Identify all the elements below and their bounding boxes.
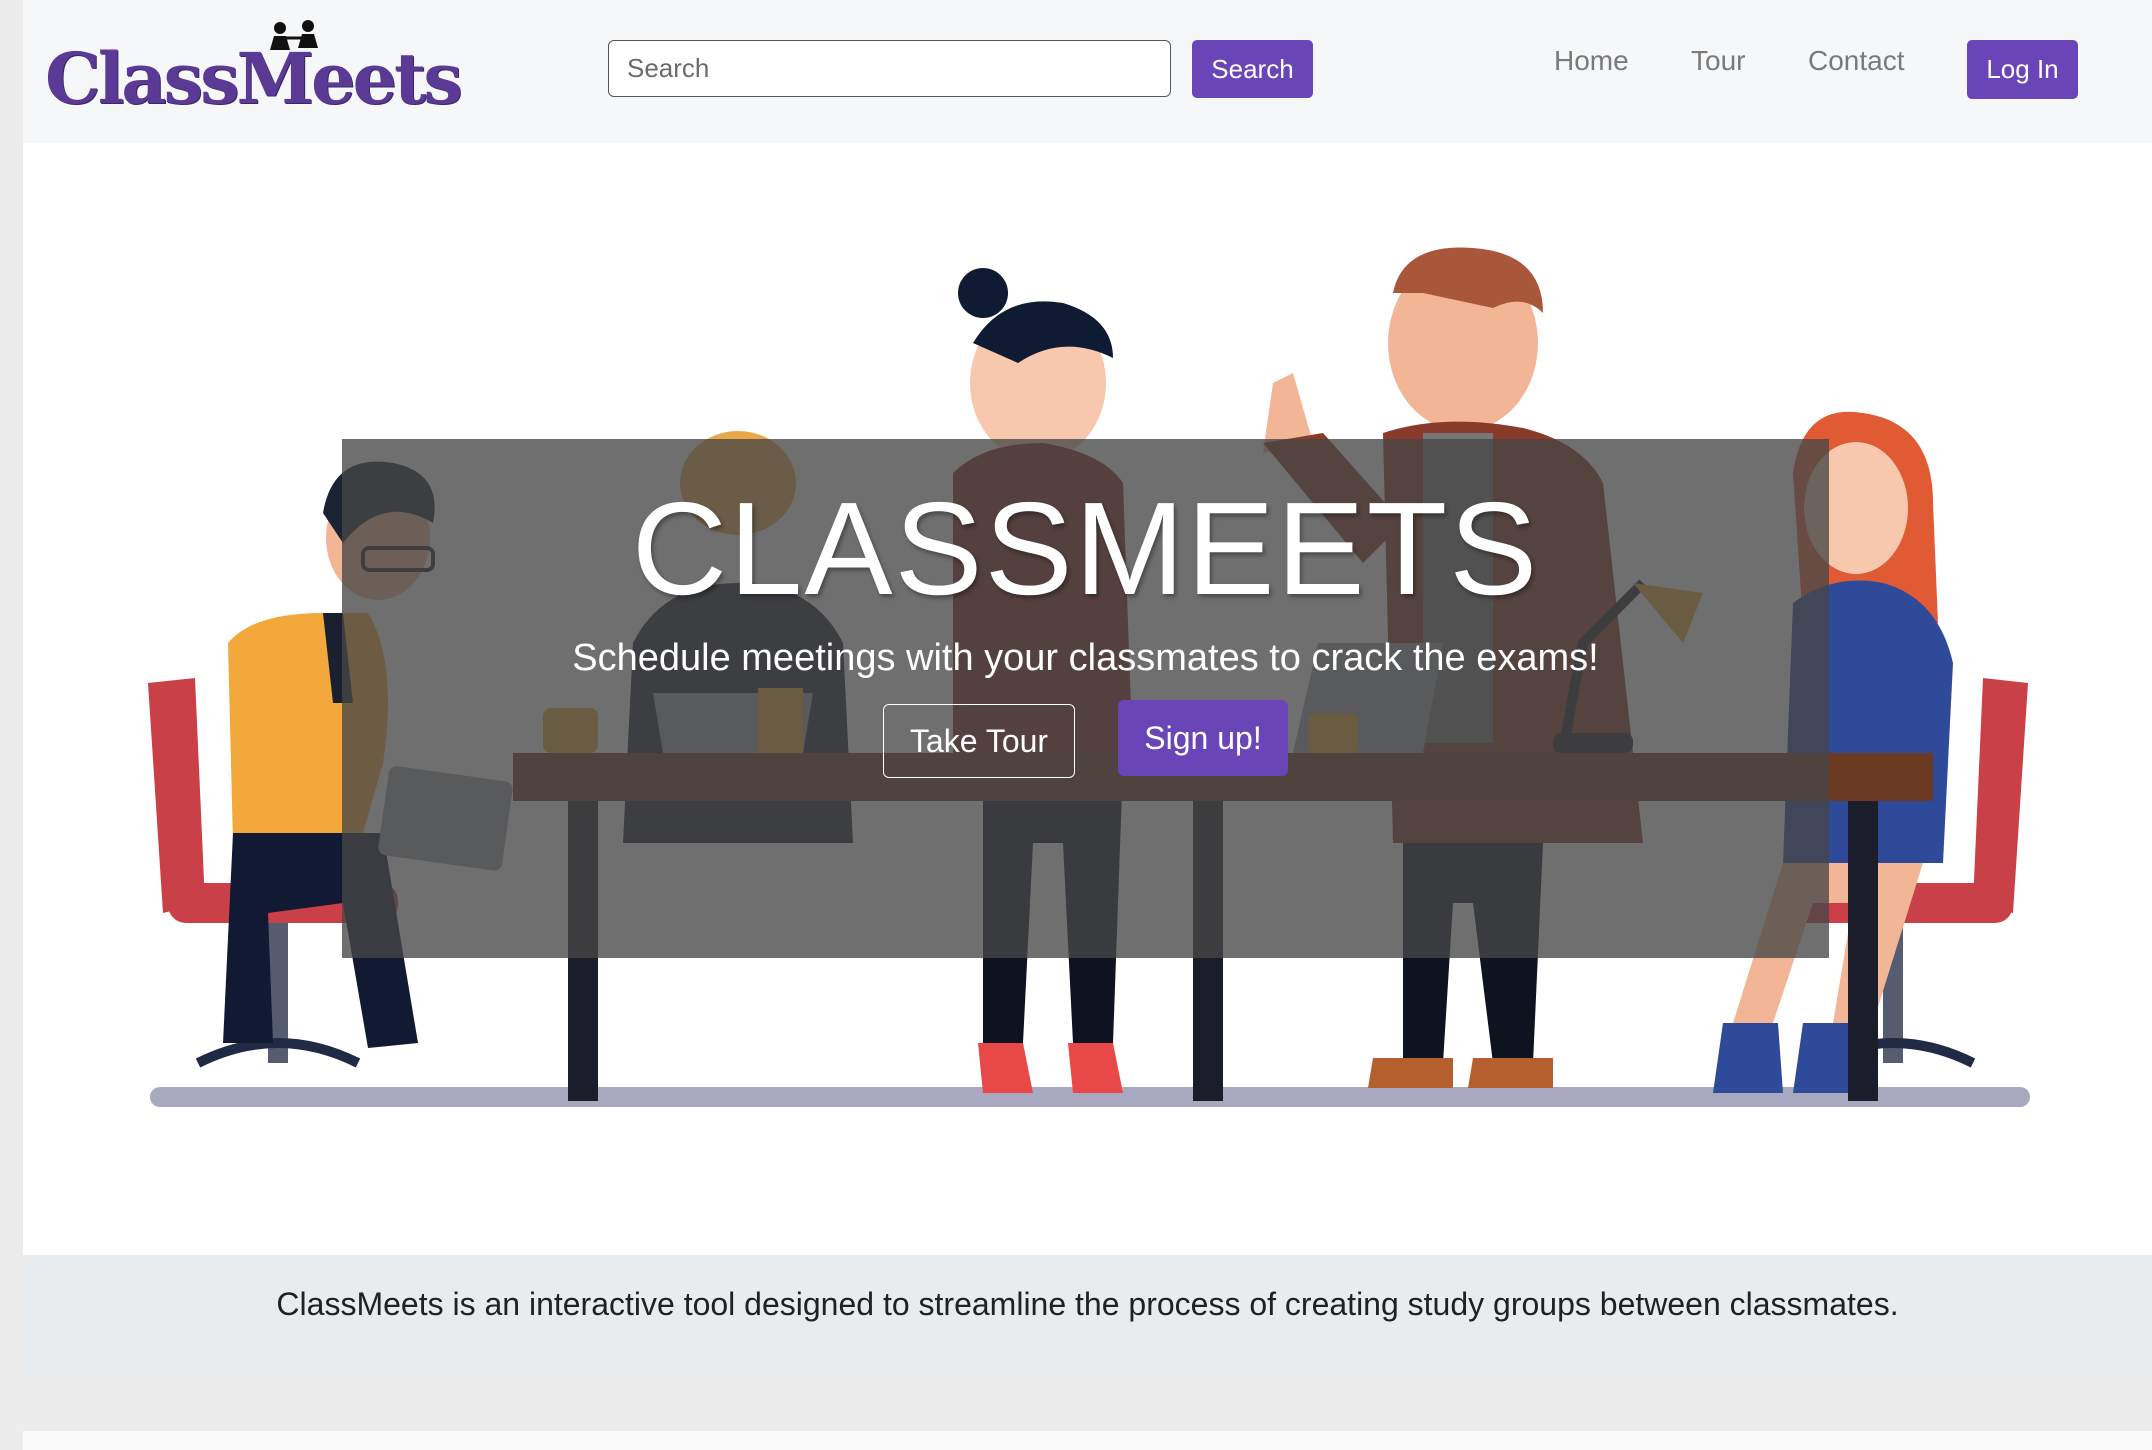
navbar: ClassMeets Search Home Tour Contact Log …: [23, 0, 2152, 143]
page: ClassMeets Search Home Tour Contact Log …: [23, 0, 2152, 1450]
hero-section: CLASSMEETS Schedule meetings with your c…: [23, 143, 2152, 1255]
footer-strip: [23, 1431, 2152, 1450]
about-section: ClassMeets is an interactive tool design…: [23, 1255, 2152, 1379]
logo[interactable]: ClassMeets: [45, 20, 463, 120]
login-button[interactable]: Log In: [1967, 40, 2078, 99]
nav-link-home[interactable]: Home: [1554, 44, 1629, 78]
take-tour-button[interactable]: Take Tour: [883, 704, 1075, 778]
search-input[interactable]: [608, 40, 1171, 97]
about-text: ClassMeets is an interactive tool design…: [276, 1286, 1899, 1322]
nav-link-tour[interactable]: Tour: [1691, 44, 1745, 78]
nav-link-contact[interactable]: Contact: [1808, 44, 1905, 78]
signup-button[interactable]: Sign up!: [1118, 700, 1288, 776]
hero-subtitle: Schedule meetings with your classmates t…: [572, 637, 1599, 679]
search-button[interactable]: Search: [1192, 40, 1313, 98]
hero-title: CLASSMEETS: [631, 475, 1540, 622]
logo-text: ClassMeets: [45, 37, 463, 120]
